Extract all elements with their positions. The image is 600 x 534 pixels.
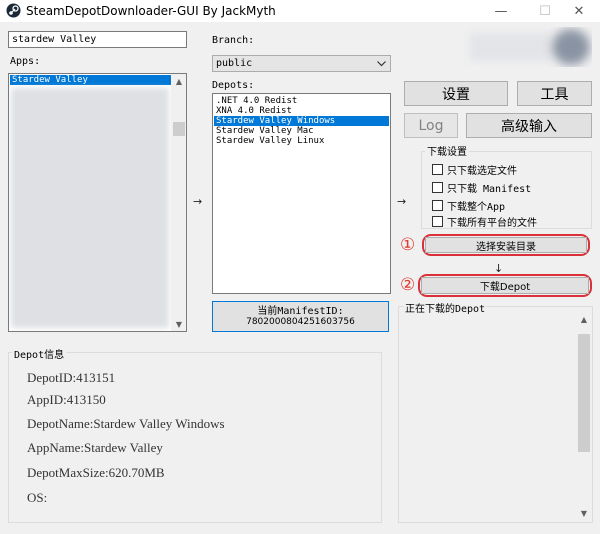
manifest-id: 7802000804251603756	[246, 316, 355, 327]
option-manifest-only[interactable]: 只下载 Manifest	[432, 180, 531, 195]
downloading-title: 正在下载的Depot	[404, 300, 487, 315]
checkbox[interactable]	[432, 216, 443, 227]
advanced-input-button[interactable]: 高级输入	[466, 113, 592, 138]
downloading-scrollbar[interactable]: ▲ ▼	[576, 307, 592, 522]
app-banner-image	[464, 27, 592, 67]
depot-info-title: Depot信息	[12, 346, 67, 361]
scroll-down-icon[interactable]: ▼	[171, 317, 186, 331]
download-depot-button[interactable]: 下载Depot	[421, 277, 589, 294]
option-label: 只下载 Manifest	[447, 184, 532, 195]
option-all-platforms[interactable]: 下载所有平台的文件	[432, 214, 537, 229]
scroll-up-icon[interactable]: ▲	[576, 312, 592, 326]
blurred-list-content	[11, 88, 169, 328]
depot-max-size-text: DepotMaxSize:620.70MB	[27, 465, 165, 480]
depot-list-item[interactable]: Stardew Valley Linux	[214, 136, 389, 146]
chevron-down-icon	[377, 61, 386, 67]
depot-name-text: DepotName:Stardew Valley Windows	[27, 416, 225, 431]
download-settings-title: 下载设置	[425, 143, 469, 158]
minimize-button[interactable]: —	[478, 0, 524, 22]
checkbox[interactable]	[432, 200, 443, 211]
step-one-marker: ①	[400, 235, 416, 255]
scroll-up-icon[interactable]: ▲	[171, 74, 186, 88]
app-list-item[interactable]: Stardew Valley	[10, 75, 171, 85]
checkbox[interactable]	[432, 164, 443, 175]
title-bar: SteamDepotDownloader-GUI By JackMyth — ☐…	[0, 0, 600, 22]
settings-button[interactable]: 设置	[404, 81, 508, 106]
option-selected-files[interactable]: 只下载选定文件	[432, 162, 517, 177]
search-input-value: stardew Valley	[12, 34, 97, 45]
depot-list-item[interactable]: XNA 4.0 Redist	[214, 106, 389, 116]
step-two-marker: ②	[400, 275, 416, 295]
depots-label: Depots:	[212, 80, 255, 91]
option-label: 下载整个App	[447, 202, 506, 213]
choose-install-dir-button[interactable]: 选择安装目录	[425, 237, 587, 253]
app-logo-icon	[6, 3, 21, 18]
depots-list[interactable]: .NET 4.0 Redist XNA 4.0 Redist Stardew V…	[212, 93, 391, 294]
app-name-text: AppName:Stardew Valley	[27, 440, 163, 455]
branch-select[interactable]: public	[212, 55, 391, 72]
tools-button[interactable]: 工具	[517, 81, 592, 106]
depot-list-item[interactable]: Stardew Valley Mac	[214, 126, 389, 136]
branch-select-value: public	[216, 58, 253, 69]
app-id-text: AppID:413150	[27, 392, 106, 407]
scroll-thumb[interactable]	[578, 334, 590, 452]
scroll-thumb[interactable]	[173, 122, 185, 136]
manifest-button[interactable]: 当前ManifestID: 7802000804251603756	[212, 301, 389, 332]
option-label: 下载所有平台的文件	[447, 218, 537, 229]
window-title: SteamDepotDownloader-GUI By JackMyth	[26, 4, 276, 18]
right-arrow-icon: →	[397, 195, 407, 208]
search-input[interactable]: stardew Valley	[8, 31, 187, 48]
right-arrow-icon: →	[193, 195, 203, 208]
checkbox[interactable]	[432, 182, 443, 193]
downloading-list[interactable]: ▲ ▼	[398, 306, 593, 523]
apps-scrollbar[interactable]: ▲ ▼	[171, 74, 186, 331]
close-button[interactable]: ✕	[556, 0, 600, 22]
scroll-down-icon[interactable]: ▼	[576, 506, 592, 520]
depot-list-item[interactable]: .NET 4.0 Redist	[214, 96, 389, 106]
depot-id-text: DepotID:413151	[27, 370, 116, 385]
depot-list-item-selected[interactable]: Stardew Valley Windows	[214, 116, 389, 126]
branch-label: Branch:	[212, 35, 255, 46]
log-button[interactable]: Log	[404, 113, 458, 138]
apps-list[interactable]: Stardew Valley ▲ ▼	[8, 73, 187, 332]
manifest-label: 当前ManifestID:	[257, 305, 344, 317]
os-text: OS:	[27, 490, 48, 505]
option-whole-app[interactable]: 下载整个App	[432, 198, 505, 213]
apps-label: Apps:	[10, 56, 41, 67]
option-label: 只下载选定文件	[447, 166, 517, 177]
